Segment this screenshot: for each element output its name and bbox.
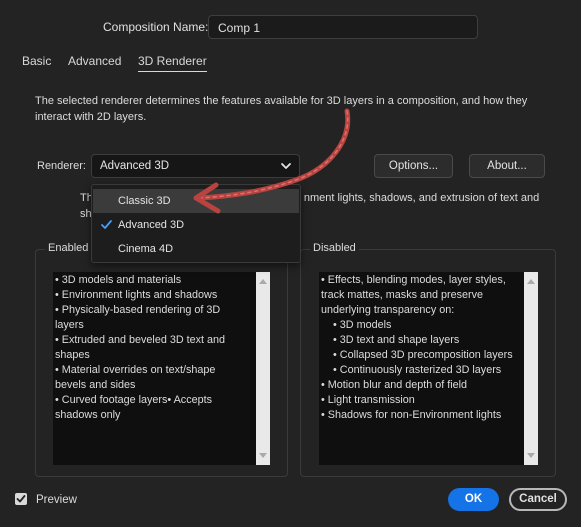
menu-item-classic-3d[interactable]: Classic 3D [93, 189, 299, 213]
preview-checkbox[interactable] [15, 493, 27, 505]
renderer-selected-value: Advanced 3D [100, 160, 170, 172]
renderer-dropdown-menu: Classic 3D Advanced 3D Cinema 4D [91, 184, 301, 263]
list-item: • 3D models and materials [55, 274, 182, 286]
list-item: bevels and sides [55, 379, 136, 391]
scroll-up-icon[interactable] [259, 278, 267, 284]
disabled-group-title: Disabled [310, 242, 359, 254]
list-item: • Continuously rasterized 3D layers [321, 364, 502, 376]
menu-item-cinema-4d[interactable]: Cinema 4D [93, 237, 299, 261]
list-item: • Shadows for non-Environment lights [321, 409, 502, 421]
checkmark-icon [101, 220, 112, 229]
list-item: • Extruded and beveled 3D text and [55, 334, 226, 346]
enabled-group: Enabled • 3D models and materials • Envir… [35, 242, 288, 477]
about-button[interactable]: About... [469, 154, 545, 178]
list-item: • Effects, blending modes, layer styles, [321, 274, 506, 286]
disabled-features-list[interactable]: • Effects, blending modes, layer styles,… [319, 272, 538, 465]
tab-3d-renderer[interactable]: 3D Renderer [138, 54, 207, 72]
ok-button[interactable]: OK [448, 488, 499, 511]
options-button[interactable]: Options... [374, 154, 453, 178]
disabled-lines: • Effects, blending modes, layer styles,… [321, 273, 522, 423]
menu-item-advanced-3d[interactable]: Advanced 3D [93, 213, 299, 237]
tab-basic[interactable]: Basic [22, 54, 51, 68]
list-item: layers [55, 319, 84, 331]
enabled-scrollbar[interactable] [256, 272, 270, 465]
list-item: underlying transparency on: [321, 304, 455, 316]
tab-advanced[interactable]: Advanced [68, 54, 121, 68]
list-item: track mattes, masks and preserve [321, 289, 484, 301]
chevron-down-icon [281, 163, 291, 169]
preview-label: Preview [36, 494, 77, 506]
checkmark-icon [16, 495, 26, 503]
renderer-label: Renderer: [37, 160, 86, 172]
scroll-down-icon[interactable] [527, 453, 535, 459]
cancel-button[interactable]: Cancel [509, 488, 567, 511]
list-item: • Curved footage layers• Accepts [55, 394, 212, 406]
composition-name-input[interactable]: Comp 1 [208, 15, 478, 39]
list-item: • 3D models [321, 319, 392, 331]
enabled-lines: • 3D models and materials • Environment l… [55, 273, 254, 423]
menu-item-label: Classic 3D [118, 195, 171, 207]
list-item: • Collapsed 3D precomposition layers [321, 349, 513, 361]
composition-name-label: Composition Name: [103, 20, 209, 34]
list-item: • Physically-based rendering of 3D [55, 304, 221, 316]
scroll-up-icon[interactable] [527, 278, 535, 284]
list-item: shapes [55, 349, 90, 361]
list-item: shadows only [55, 409, 121, 421]
enabled-features-list[interactable]: • 3D models and materials • Environment l… [53, 272, 270, 465]
list-item: • Motion blur and depth of field [321, 379, 468, 391]
enabled-group-title: Enabled [45, 242, 92, 254]
list-item: • Environment lights and shadows [55, 289, 218, 301]
menu-item-label: Cinema 4D [118, 243, 174, 255]
renderer-features-line1-end: nment lights, shadows, and extrusion of … [303, 192, 540, 204]
scroll-down-icon[interactable] [259, 453, 267, 459]
list-item: • Material overrides on text/shape [55, 364, 216, 376]
renderer-description: The selected renderer determines the fea… [35, 95, 528, 123]
disabled-group: Disabled • Effects, blending modes, laye… [300, 242, 556, 477]
menu-item-label: Advanced 3D [118, 219, 185, 231]
list-item: • 3D text and shape layers [321, 334, 460, 346]
disabled-scrollbar[interactable] [524, 272, 538, 465]
renderer-select[interactable]: Advanced 3D [91, 154, 300, 178]
list-item: • Light transmission [321, 394, 415, 406]
